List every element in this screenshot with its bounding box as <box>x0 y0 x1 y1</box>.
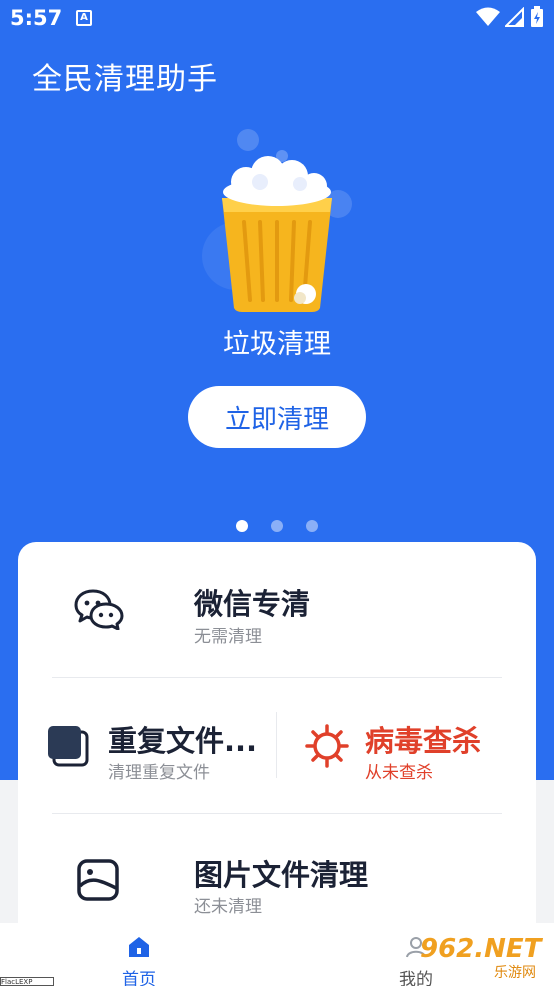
image-clean-title: 图片文件清理 <box>194 858 369 892</box>
site-watermark: 962.NET 乐游网 <box>402 930 552 982</box>
carousel-indicator <box>0 517 554 536</box>
carousel-dot-1[interactable] <box>235 520 248 532</box>
status-time: 5:57 <box>10 6 63 30</box>
image-clean-subtitle: 还未清理 <box>194 897 262 917</box>
wechat-clean-item[interactable]: 微信专清 无需清理 <box>18 542 536 676</box>
battery-icon <box>531 6 543 27</box>
home-icon <box>129 937 149 957</box>
status-icons <box>475 6 544 30</box>
trash-bin-illustration <box>202 129 352 312</box>
wifi-icon <box>475 7 500 26</box>
image-icon <box>77 859 119 901</box>
wechat-clean-title: 微信专清 <box>194 587 311 621</box>
app-title: 全民清理助手 <box>32 62 218 97</box>
status-bar: 5:57 A <box>0 0 554 36</box>
notification-icon: A <box>76 10 92 26</box>
wechat-icon <box>74 589 124 630</box>
virus-scan-subtitle: 从未查杀 <box>365 763 433 783</box>
virus-scan-item[interactable]: 病毒查杀 从未查杀 <box>277 678 536 812</box>
virus-scan-title: 病毒查杀 <box>365 724 482 758</box>
duplicate-files-subtitle: 清理重复文件 <box>108 763 210 783</box>
tab-home-label: 首页 <box>122 970 156 986</box>
hero-caption: 垃圾清理 <box>223 329 331 360</box>
clean-now-button[interactable]: 立即清理 <box>188 386 366 448</box>
carousel-dot-2[interactable] <box>271 520 283 532</box>
duplicate-files-item[interactable]: 重复文件... 清理重复文件 <box>18 678 276 812</box>
carousel-dot-3[interactable] <box>306 520 319 532</box>
signal-icon <box>504 7 524 27</box>
wechat-clean-subtitle: 无需清理 <box>194 627 262 647</box>
corner-tag: FlacLEXP <box>0 977 54 986</box>
watermark-site: 乐游网 <box>494 965 536 981</box>
feature-card: 微信专清 无需清理 重复文件... 清理重复文件 病毒查杀 从未查杀 图片文件清… <box>18 542 536 942</box>
duplicate-files-icon <box>48 726 89 767</box>
duplicate-files-title: 重复文件... <box>108 724 258 758</box>
virus-icon <box>305 724 349 768</box>
watermark-logo: 962.NET <box>420 934 542 964</box>
tab-home[interactable]: 首页 <box>79 923 199 986</box>
